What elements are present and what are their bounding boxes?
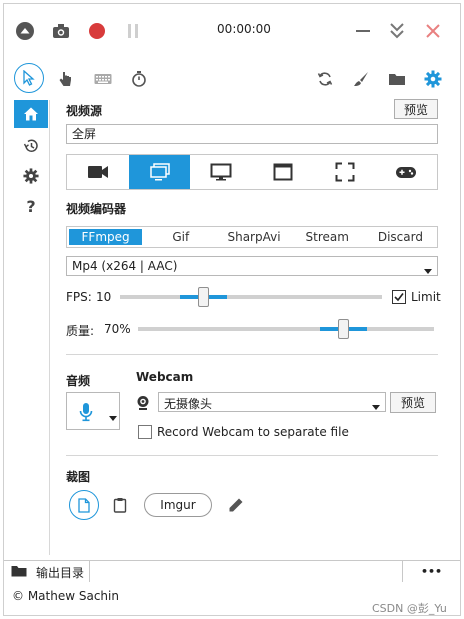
screen-icon[interactable] <box>128 155 191 189</box>
quality-slider-track <box>138 327 434 331</box>
fps-slider[interactable] <box>120 287 382 307</box>
more-button[interactable]: ••• <box>402 561 460 582</box>
microphone-icon <box>79 402 93 425</box>
video-source-selector <box>66 154 438 190</box>
clipboard-icon[interactable] <box>110 494 130 516</box>
camera-icon[interactable] <box>50 20 72 42</box>
audio-dropdown[interactable] <box>66 392 120 430</box>
video-source-field[interactable]: 全屏 <box>66 124 438 144</box>
encoder-label: 视频编码器 <box>66 202 127 216</box>
tab-discard[interactable]: Discard <box>364 227 437 247</box>
encoder-tabs: FFmpeg Gif SharpAvi Stream Discard <box>66 226 438 248</box>
toolbar <box>4 58 460 98</box>
pencil-icon[interactable] <box>226 495 246 515</box>
watermark-text: CSDN @彭_Yu <box>372 602 447 615</box>
chevron-double-down-icon[interactable] <box>386 20 408 42</box>
webcam-device-value: 无摄像头 <box>164 397 213 411</box>
history-icon[interactable] <box>14 132 48 160</box>
record-icon[interactable] <box>86 20 108 42</box>
divider <box>66 354 438 355</box>
tab-ffmpeg[interactable]: FFmpeg <box>69 229 143 245</box>
tab-gif[interactable]: Gif <box>144 227 217 247</box>
output-folder-button[interactable]: 输出目录 <box>4 561 90 582</box>
tab-stream[interactable]: Stream <box>291 227 364 247</box>
main-window: 00:00:00 ? 视频源 预览 全屏 视频编码器 FFmpeg Gif Sh… <box>3 3 461 616</box>
folder-icon[interactable] <box>386 68 408 90</box>
imgur-button[interactable]: Imgur <box>144 493 212 517</box>
tab-sharpavi[interactable]: SharpAvi <box>217 227 290 247</box>
pause-icon[interactable] <box>122 20 144 42</box>
refresh-icon[interactable] <box>314 68 336 90</box>
quality-slider[interactable] <box>138 319 434 339</box>
close-icon[interactable] <box>422 20 444 42</box>
minimize-icon[interactable] <box>352 20 374 42</box>
chevron-down-icon <box>372 399 380 413</box>
quality-slider-thumb[interactable] <box>338 319 349 339</box>
fps-slider-track <box>120 295 382 299</box>
collapse-icon[interactable] <box>14 20 36 42</box>
help-icon[interactable]: ? <box>14 192 48 220</box>
quality-value: 70% <box>104 322 131 336</box>
webcam-label: Webcam <box>136 370 194 384</box>
chevron-down-icon <box>424 263 432 277</box>
folder-icon <box>11 565 27 580</box>
settings-icon[interactable] <box>14 162 48 190</box>
format-value: Mp4 (x264 | AAC) <box>72 259 178 273</box>
credit-text: © Mathew Sachin <box>12 589 119 603</box>
divider <box>66 455 438 456</box>
video-source-label: 视频源 <box>66 104 103 118</box>
keyboard-icon[interactable] <box>92 68 114 90</box>
output-path-field[interactable] <box>90 561 402 582</box>
region-icon[interactable] <box>314 155 376 189</box>
audio-label: 音频 <box>66 374 91 388</box>
screenshot-label: 裁图 <box>66 470 91 484</box>
gamepad-icon[interactable] <box>375 155 437 189</box>
footer: © Mathew Sachin CSDN @彭_Yu <box>4 582 460 615</box>
hand-click-icon[interactable] <box>54 68 76 90</box>
webcam-icon <box>136 395 150 414</box>
fps-value: 10 <box>96 290 112 304</box>
chevron-down-icon <box>109 410 117 424</box>
format-dropdown[interactable]: Mp4 (x264 | AAC) <box>66 256 438 276</box>
separate-file-checkbox[interactable] <box>138 425 152 439</box>
separate-file-label: Record Webcam to separate file <box>157 425 349 439</box>
window-icon[interactable] <box>252 155 314 189</box>
brush-icon[interactable] <box>350 68 372 90</box>
settings-icon[interactable] <box>422 68 444 90</box>
cursor-icon[interactable] <box>14 63 44 93</box>
fps-label: FPS: <box>66 290 92 304</box>
recording-timer: 00:00:00 <box>217 22 271 36</box>
webcam-preview-button[interactable]: 预览 <box>390 392 436 413</box>
file-icon[interactable] <box>69 490 99 520</box>
monitor-icon[interactable] <box>190 155 252 189</box>
status-bar: 输出目录 ••• <box>4 560 460 582</box>
webcam-device-dropdown[interactable]: 无摄像头 <box>158 392 386 412</box>
limit-checkbox[interactable] <box>392 290 406 304</box>
output-dir-label: 输出目录 <box>36 566 85 580</box>
quality-label: 质量: <box>66 324 95 338</box>
home-icon[interactable] <box>14 100 48 128</box>
sidebar: ? <box>12 100 50 555</box>
limit-label: Limit <box>411 290 441 304</box>
stopwatch-icon[interactable] <box>128 68 150 90</box>
video-preview-button[interactable]: 预览 <box>394 99 438 119</box>
title-bar: 00:00:00 <box>4 4 460 56</box>
camera-icon[interactable] <box>67 155 129 189</box>
fps-slider-thumb[interactable] <box>198 287 209 307</box>
